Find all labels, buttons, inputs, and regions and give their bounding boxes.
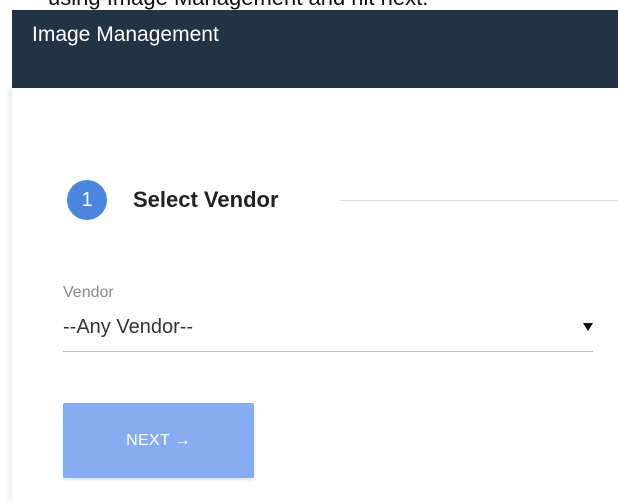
vendor-field: Vendor --Any Vendor-- (63, 283, 593, 352)
step-indicator: 1 Select Vendor (67, 180, 279, 220)
vendor-field-label: Vendor (63, 284, 114, 301)
app-header: Image Management (12, 10, 618, 88)
header-title: Image Management (32, 23, 219, 46)
page: using Image Management and hit next. Ima… (0, 0, 618, 502)
next-button[interactable]: NEXT → (63, 403, 254, 478)
vendor-select-value: --Any Vendor-- (63, 316, 194, 338)
caption-strip: using Image Management and hit next. (0, 0, 618, 10)
vendor-select[interactable]: --Any Vendor-- (63, 313, 593, 352)
step-title: Select Vendor (133, 187, 279, 212)
step-number-badge: 1 (67, 180, 107, 220)
step-divider (340, 200, 618, 201)
caption-text: using Image Management and hit next. (48, 0, 428, 10)
wizard-card: 1 Select Vendor Vendor --Any Vendor-- NE… (12, 88, 618, 502)
triangle-down-icon (583, 323, 593, 331)
